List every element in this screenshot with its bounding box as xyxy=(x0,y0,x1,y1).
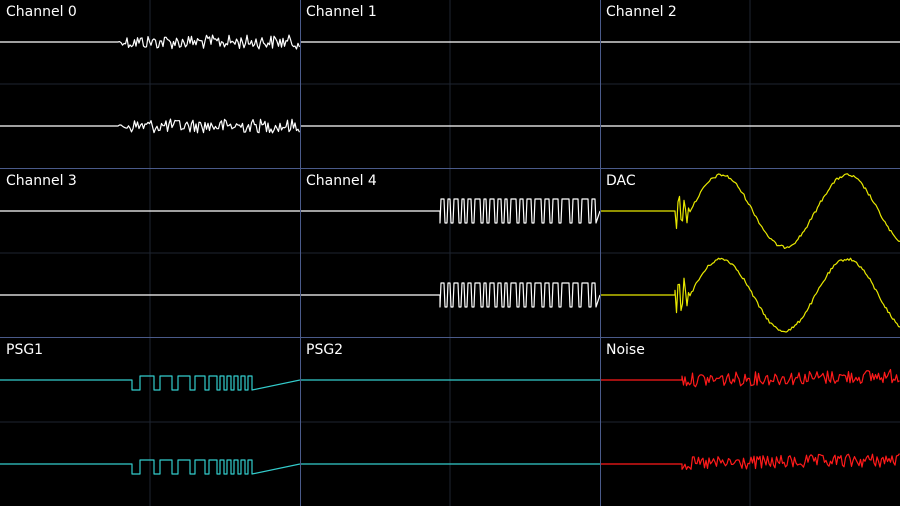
channel-panel-0: Channel 0 xyxy=(0,0,300,168)
waveform-dac xyxy=(600,169,900,337)
channel-panel-psg1: PSG1 xyxy=(0,338,300,506)
channel-label-dac: DAC xyxy=(606,173,636,189)
column-separator xyxy=(600,0,601,506)
channel-label-2: Channel 2 xyxy=(606,4,677,20)
channel-panel-1: Channel 1 xyxy=(300,0,600,168)
waveform-channel-0 xyxy=(0,0,300,168)
channel-panel-psg2: PSG2 xyxy=(300,338,600,506)
channel-label-noise: Noise xyxy=(606,342,645,358)
channel-label-0: Channel 0 xyxy=(6,4,77,20)
waveform-psg2 xyxy=(300,338,600,506)
row-separator xyxy=(0,337,900,338)
channel-panel-2: Channel 2 xyxy=(600,0,900,168)
waveform-channel-4 xyxy=(300,169,600,337)
channel-panel-noise: Noise xyxy=(600,338,900,506)
waveform-channel-1 xyxy=(300,0,600,168)
channel-label-psg2: PSG2 xyxy=(306,342,344,358)
channel-label-3: Channel 3 xyxy=(6,173,77,189)
channel-label-psg1: PSG1 xyxy=(6,342,44,358)
row-separator xyxy=(0,168,900,169)
channel-label-4: Channel 4 xyxy=(306,173,377,189)
channel-panel-dac: DAC xyxy=(600,169,900,337)
waveform-channel-3 xyxy=(0,169,300,337)
waveform-channel-2 xyxy=(600,0,900,168)
channel-panel-3: Channel 3 xyxy=(0,169,300,337)
waveform-psg1 xyxy=(0,338,300,506)
channel-panel-4: Channel 4 xyxy=(300,169,600,337)
oscilloscope-view: Channel 0 Channel 1 Channel 2 Channel 3 … xyxy=(0,0,900,506)
channel-label-1: Channel 1 xyxy=(306,4,377,20)
waveform-noise xyxy=(600,338,900,506)
column-separator xyxy=(300,0,301,506)
